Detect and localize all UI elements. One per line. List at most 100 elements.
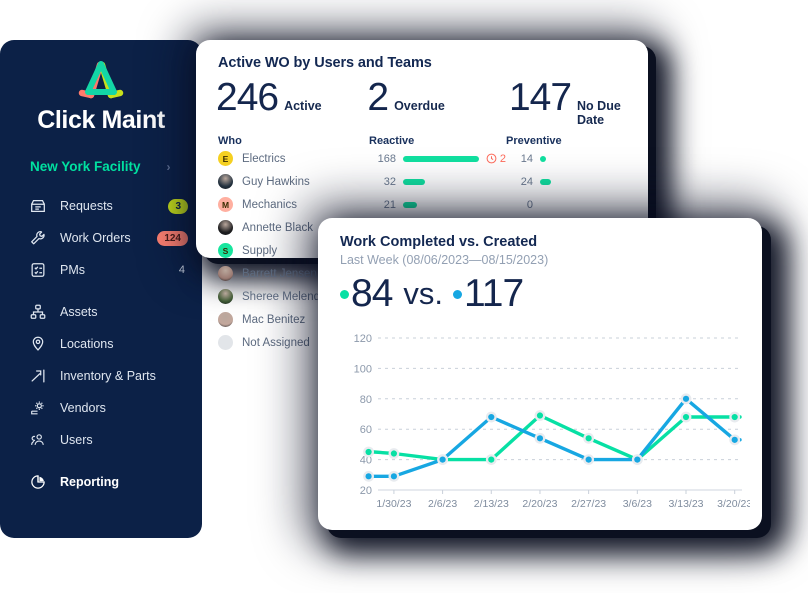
kpi-value: 246	[216, 76, 279, 119]
chart-summary: 84 vs. 117	[340, 272, 762, 316]
data-point-completed[interactable]	[585, 435, 592, 442]
reactive-value: 168	[377, 152, 396, 165]
work-orders-badge: 124	[157, 230, 188, 246]
sidebar-item-work-orders[interactable]: Work Orders 124	[28, 222, 188, 254]
sidebar-item-inventory-parts[interactable]: Inventory & Parts	[28, 360, 188, 392]
row-name: Guy Hawkins	[242, 175, 310, 188]
vendors-gear-icon	[28, 399, 47, 418]
data-point-created[interactable]	[585, 456, 592, 463]
reactive-value: 21	[383, 198, 396, 211]
chevron-right-icon: ›	[166, 159, 171, 174]
data-point-completed[interactable]	[390, 450, 398, 457]
data-point-created[interactable]	[439, 456, 446, 463]
overdue-indicator: 2	[486, 153, 506, 165]
table-row[interactable]: M Mechanics 21 0	[218, 193, 648, 216]
avatar	[218, 335, 233, 350]
data-point-completed[interactable]	[682, 413, 690, 421]
sidebar-item-pms[interactable]: PMs 4	[28, 254, 188, 286]
y-axis-tick-label: 80	[360, 394, 372, 406]
sidebar: Click Maint New York Facility › Requests…	[0, 40, 202, 538]
data-point-created[interactable]	[634, 456, 641, 463]
kpi-label: Overdue	[394, 99, 445, 113]
row-reactive: 21	[369, 199, 506, 211]
avatar	[218, 266, 233, 281]
chart-svg: 204060801001201/30/23 2/6/23 2/13/23 2/20/2…	[354, 333, 753, 510]
reactive-value: 32	[383, 175, 396, 188]
brand-logo[interactable]: Click Maint	[0, 40, 202, 135]
sidebar-item-reporting[interactable]: Reporting	[28, 466, 188, 498]
avatar	[218, 174, 233, 189]
table-row[interactable]: Guy Hawkins 32 24	[218, 170, 648, 193]
chart-card-title: Work Completed vs. Created	[340, 234, 538, 250]
sidebar-item-label: Vendors	[60, 401, 106, 415]
avatar	[218, 220, 233, 235]
users-icon	[28, 431, 47, 450]
column-header-who: Who	[218, 135, 242, 147]
avatar: M	[218, 197, 233, 212]
row-name: Supply	[242, 244, 278, 257]
data-point-completed[interactable]	[488, 456, 495, 463]
row-name: Mechanics	[242, 198, 297, 211]
data-point-completed[interactable]	[731, 413, 738, 421]
y-axis-tick-label: 100	[354, 363, 372, 375]
reactive-bar	[403, 155, 479, 162]
sidebar-nav: Requests 3 Work Orders 124 PMs 4 Assets …	[0, 190, 202, 498]
inventory-parts-icon	[28, 367, 47, 386]
data-point-created[interactable]	[365, 473, 372, 480]
data-point-created[interactable]	[488, 413, 495, 421]
kpi-overdue: 2 Overdue	[367, 76, 509, 127]
sidebar-item-label: Reporting	[60, 475, 120, 489]
kpi-row: 246 Active 2 Overdue 147 No Due Date	[216, 76, 648, 127]
table-row[interactable]: E Electrics 168 2 14	[218, 147, 648, 170]
data-point-created[interactable]	[731, 436, 738, 443]
sidebar-item-vendors[interactable]: Vendors	[28, 392, 188, 424]
clock-icon	[486, 153, 497, 164]
kpi-active: 246 Active	[216, 76, 367, 127]
preventive-value: 0	[526, 198, 533, 211]
preventive-value: 14	[520, 152, 533, 165]
sidebar-item-label: PMs	[60, 263, 85, 277]
facility-selector[interactable]: New York Facility ›	[30, 159, 202, 174]
data-point-created[interactable]	[536, 435, 544, 442]
completed-legend-dot-icon	[340, 289, 349, 299]
row-name: Not Assigned	[242, 336, 310, 349]
sidebar-item-locations[interactable]: Locations	[28, 328, 188, 360]
sidebar-item-label: Locations	[60, 337, 114, 351]
sidebar-item-requests[interactable]: Requests 3	[28, 190, 188, 222]
row-preventive: 14	[506, 153, 626, 165]
row-reactive: 168 2	[369, 153, 506, 165]
kpi-label: Active	[284, 99, 322, 113]
data-point-created[interactable]	[390, 473, 398, 480]
kpi-value: 2	[367, 76, 389, 119]
work-completed-vs-created-card: Work Completed vs. Created Last Week (08…	[318, 218, 762, 530]
avatar	[218, 289, 233, 304]
row-name: Electrics	[242, 152, 286, 165]
sidebar-item-users[interactable]: Users	[28, 424, 188, 456]
line-chart-plot: 20 40 60 80 100 120 1/30/23 2/6/23 2/13/23 2/20/2…	[336, 328, 753, 518]
series-line-created	[372, 397, 742, 478]
y-axis-tick-label: 20	[360, 485, 372, 497]
row-preventive: 0	[506, 199, 626, 211]
data-point-completed[interactable]	[365, 448, 372, 456]
row-name: Mac Benitez	[242, 313, 306, 326]
x-axis-tick-label: 3/6/23	[623, 498, 652, 510]
y-axis-tick-label: 120	[354, 333, 372, 345]
facility-label: New York Facility	[30, 159, 141, 174]
kpi-value: 147	[508, 76, 572, 119]
kpi-no-due-date: 147 No Due Date	[509, 76, 648, 127]
x-axis-tick-label: 3/13/23	[668, 498, 703, 510]
data-point-created[interactable]	[682, 395, 690, 402]
checklist-icon	[28, 261, 47, 280]
reactive-bar	[403, 178, 425, 185]
wrench-icon	[28, 229, 47, 248]
created-total: 117	[464, 272, 524, 315]
chart-card-subtitle: Last Week (08/06/2023—08/15/2023)	[340, 253, 549, 267]
sidebar-item-assets[interactable]: Assets	[28, 296, 188, 328]
x-axis-tick-label: 2/6/23	[428, 498, 457, 510]
sidebar-item-label: Users	[60, 433, 93, 447]
avatar: S	[218, 243, 233, 258]
x-axis-tick-label: 1/30/23	[376, 498, 411, 510]
data-point-completed[interactable]	[536, 412, 544, 419]
avatar: E	[218, 151, 233, 166]
active-wo-card-title: Active WO by Users and Teams	[218, 55, 432, 71]
